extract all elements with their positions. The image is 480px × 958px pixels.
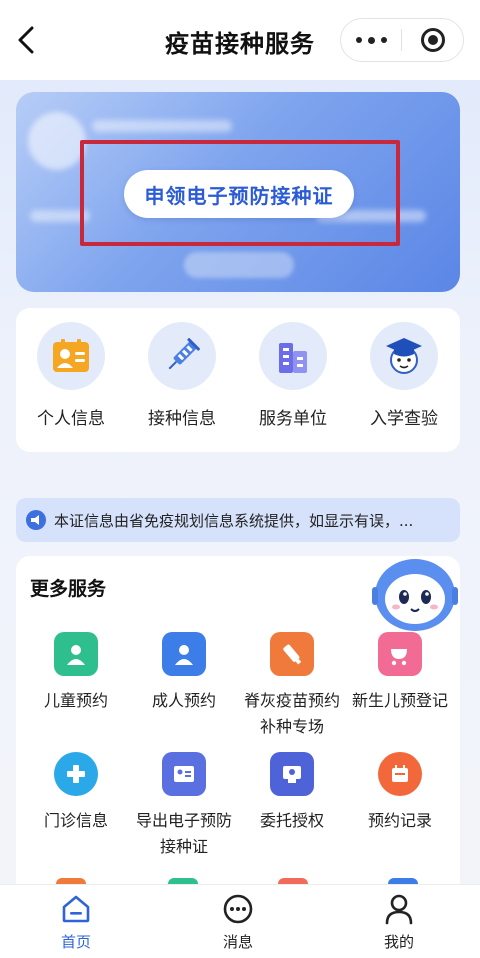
top-nav-bar: 疫苗接种服务 bbox=[0, 0, 480, 80]
quick-entry-label: 接种信息 bbox=[148, 409, 216, 429]
service-label: 门诊信息 bbox=[43, 811, 108, 830]
tab-profile[interactable]: 我的 bbox=[359, 893, 439, 955]
profile-icon bbox=[385, 894, 413, 925]
quick-entry-label: 服务单位 bbox=[259, 409, 327, 429]
building-icon bbox=[279, 343, 307, 373]
megaphone-icon bbox=[26, 510, 46, 530]
tab-label: 首页 bbox=[60, 933, 91, 951]
mini-program-capsule bbox=[340, 18, 464, 62]
service-polio-catchup[interactable]: 脊灰疫苗预约 补种专场 bbox=[232, 632, 352, 740]
service-label: 委托授权 bbox=[259, 811, 324, 830]
authorization-icon bbox=[270, 752, 314, 796]
close-mini-program-button[interactable] bbox=[402, 18, 463, 62]
home-icon bbox=[62, 895, 90, 923]
tab-label: 消息 bbox=[222, 933, 253, 951]
bottom-tab-bar: 首页 消息 我的 bbox=[0, 884, 480, 958]
section-title: 更多服务 bbox=[30, 578, 107, 600]
quick-entry-panel: 个人信息 接种信息 服务单位 入学查验 bbox=[16, 308, 460, 452]
tab-home[interactable]: 首页 bbox=[36, 893, 116, 955]
service-label: 脊灰疫苗预约 补种专场 bbox=[243, 691, 340, 736]
message-icon bbox=[223, 894, 253, 924]
vaccine-vial-icon bbox=[270, 632, 314, 676]
blurred-chip bbox=[184, 252, 294, 278]
service-label: 导出电子预防 接种证 bbox=[135, 811, 232, 856]
assistant-robot-button[interactable] bbox=[372, 555, 458, 635]
certificate-card: 申领电子预防接种证 bbox=[16, 92, 460, 292]
service-authorization[interactable]: 委托授权 bbox=[232, 752, 352, 834]
quick-entry-personal-info[interactable]: 个人信息 bbox=[16, 322, 126, 442]
service-export-certificate[interactable]: 导出电子预防 接种证 bbox=[124, 752, 244, 860]
quick-entry-vaccination-info[interactable]: 接种信息 bbox=[127, 322, 237, 442]
robot-mascot-icon bbox=[372, 559, 458, 631]
blurred-avatar bbox=[28, 112, 86, 170]
service-newborn-registration[interactable]: 新生儿预登记 bbox=[340, 632, 460, 714]
quick-entry-service-units[interactable]: 服务单位 bbox=[238, 322, 348, 442]
quick-entry-label: 入学查验 bbox=[370, 409, 438, 429]
service-child-booking[interactable]: 儿童预约 bbox=[16, 632, 136, 714]
blurred-text bbox=[92, 120, 232, 132]
graduate-icon bbox=[386, 338, 422, 374]
quick-entry-school-check[interactable]: 入学查验 bbox=[349, 322, 459, 442]
adult-booking-icon bbox=[162, 632, 206, 676]
id-card-icon bbox=[53, 339, 89, 372]
quick-entry-label: 个人信息 bbox=[37, 409, 105, 429]
calendar-record-icon bbox=[378, 752, 422, 796]
tab-messages[interactable]: 消息 bbox=[198, 893, 278, 955]
service-label: 新生儿预登记 bbox=[351, 691, 448, 710]
notice-text: 本证信息由省免疫规划信息系统提供，如显示有误，... bbox=[54, 511, 414, 530]
service-booking-records[interactable]: 预约记录 bbox=[340, 752, 460, 834]
stroller-icon bbox=[378, 632, 422, 676]
service-clinic-info[interactable]: 门诊信息 bbox=[16, 752, 136, 834]
clinic-plus-icon bbox=[54, 752, 98, 796]
more-options-button[interactable] bbox=[341, 18, 401, 62]
syringe-icon bbox=[168, 338, 200, 370]
service-label: 儿童预约 bbox=[43, 691, 108, 710]
apply-certificate-button[interactable]: 申领电子预防接种证 bbox=[124, 170, 354, 218]
service-label: 成人预约 bbox=[151, 691, 216, 710]
child-booking-icon bbox=[54, 632, 98, 676]
notice-bar[interactable]: 本证信息由省免疫规划信息系统提供，如显示有误，... bbox=[16, 498, 460, 542]
service-adult-booking[interactable]: 成人预约 bbox=[124, 632, 244, 714]
service-label: 预约记录 bbox=[367, 811, 432, 830]
tab-label: 我的 bbox=[383, 933, 414, 951]
more-dots-icon bbox=[355, 37, 362, 43]
export-certificate-icon bbox=[162, 752, 206, 796]
target-icon bbox=[420, 28, 445, 52]
